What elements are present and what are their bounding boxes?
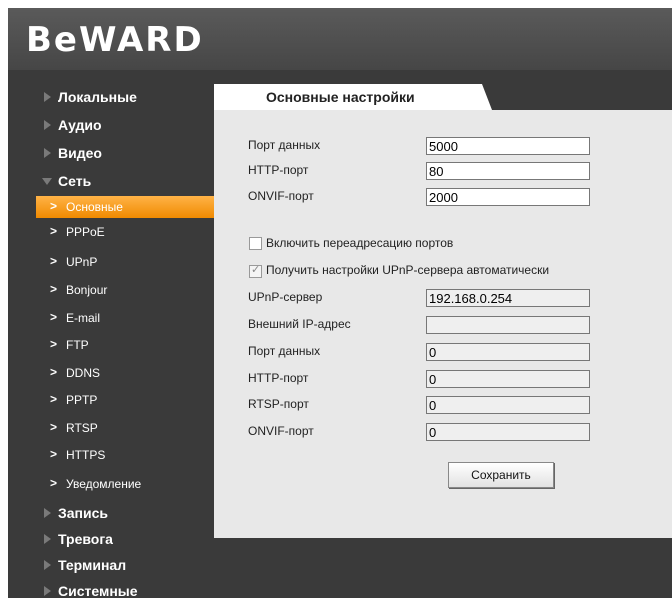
submenu-item-https[interactable]: > HTTPS [36,444,214,466]
triangle-right-icon [44,560,51,570]
submenu-item-label: E-mail [66,311,101,325]
menu-item-label: Видео [58,145,102,161]
menu-item-audio[interactable]: Аудио [8,112,214,138]
triangle-down-icon [42,178,52,185]
menu-item-network[interactable]: Сеть [8,168,214,194]
chevron-right-icon: > [50,392,58,406]
submenu-item-label: Bonjour [66,283,108,297]
checkmark-icon: ✓ [251,264,261,276]
submenu-item-pptp[interactable]: > PPTP [36,389,214,411]
menu-item-video[interactable]: Видео [8,140,214,166]
triangle-right-icon [44,120,51,130]
chevron-right-icon: > [50,282,58,296]
header-bar: BeWARD [8,8,672,70]
chevron-right-icon: > [50,447,58,461]
upnp-server-input[interactable] [426,289,590,307]
submenu-item-label: FTP [66,338,89,352]
submenu-item-rtsp[interactable]: > RTSP [36,417,214,439]
submenu-item-label: UPnP [66,255,98,269]
menu-item-label: Тревога [58,531,113,547]
enable-forwarding-checkbox[interactable] [249,237,262,250]
external-ip-label: Внешний IP-адрес [248,317,351,331]
chevron-right-icon: > [50,420,58,434]
triangle-right-icon [44,508,51,518]
menu-item-label: Запись [58,505,109,521]
chevron-right-icon: > [50,310,58,324]
upnp-server-label: UPnP-сервер [248,290,323,304]
http-port-label: HTTP-порт [248,163,309,177]
fw-rtsp-port-label: RTSP-порт [248,397,309,411]
tab-label: Основные настройки [266,89,415,105]
fw-onvif-port-label: ONVIF-порт [248,424,314,438]
http-port-input[interactable] [426,162,590,180]
chevron-right-icon: > [50,224,58,238]
submenu-item-label: Основные [66,200,123,214]
menu-item-terminal[interactable]: Терминал [8,552,214,578]
beward-logo: BeWARD [26,20,204,60]
auto-upnp-label: Получить настройки UPnP-сервера автомати… [266,263,550,277]
tab-basic-settings[interactable]: Основные настройки [214,84,492,110]
menu-item-label: Сеть [58,173,92,189]
submenu-item-label: HTTPS [66,448,106,462]
submenu-item-basic[interactable]: > Основные [36,196,214,218]
menu-item-record[interactable]: Запись [8,500,214,526]
menu-item-label: Локальные [58,89,137,105]
submenu-item-bonjour[interactable]: > Bonjour [36,279,214,301]
auto-upnp-checkbox[interactable]: ✓ [249,264,262,278]
fw-http-port-label: HTTP-порт [248,371,309,385]
enable-forwarding-label: Включить переадресацию портов [266,236,454,250]
submenu-item-ddns[interactable]: > DDNS [36,362,214,384]
fw-data-port-label: Порт данных [248,344,321,358]
menu-item-alarm[interactable]: Тревога [8,526,214,552]
submenu-item-pppoe[interactable]: > PPPoE [36,221,214,243]
submenu-item-label: PPTP [66,393,98,407]
chevron-right-icon: > [50,199,58,213]
data-port-input[interactable] [426,137,590,155]
chevron-right-icon: > [50,365,58,379]
fw-http-port-input[interactable] [426,370,590,388]
menu-item-label: Терминал [58,557,127,573]
triangle-right-icon [44,534,51,544]
submenu-item-upnp[interactable]: > UPnP [36,251,214,273]
fw-onvif-port-input[interactable] [426,423,590,441]
onvif-port-input[interactable] [426,188,590,206]
chevron-right-icon: > [50,254,58,268]
data-port-label: Порт данных [248,138,321,152]
external-ip-input[interactable] [426,316,590,334]
submenu-item-ftp[interactable]: > FTP [36,334,214,356]
submenu-item-label: PPPoE [66,225,105,239]
submenu-item-email[interactable]: > E-mail [36,307,214,329]
menu-item-label: Системные [58,583,138,599]
triangle-right-icon [44,92,51,102]
submenu-item-label: RTSP [66,421,98,435]
triangle-right-icon [44,586,51,596]
menu-item-label: Аудио [58,117,102,133]
chevron-right-icon: > [50,337,58,351]
fw-data-port-input[interactable] [426,343,590,361]
submenu-item-label: DDNS [66,366,101,380]
menu-item-system[interactable]: Системные [8,578,214,604]
triangle-right-icon [44,148,51,158]
save-button[interactable]: Сохранить [448,462,554,488]
tab-corner [482,84,492,110]
submenu-item-label: Уведомление [66,477,142,491]
menu-item-local[interactable]: Локальные [8,84,214,110]
chevron-right-icon: > [50,476,58,490]
fw-rtsp-port-input[interactable] [426,396,590,414]
submenu-item-notification[interactable]: > Уведомление [36,473,214,495]
onvif-port-label: ONVIF-порт [248,189,314,203]
